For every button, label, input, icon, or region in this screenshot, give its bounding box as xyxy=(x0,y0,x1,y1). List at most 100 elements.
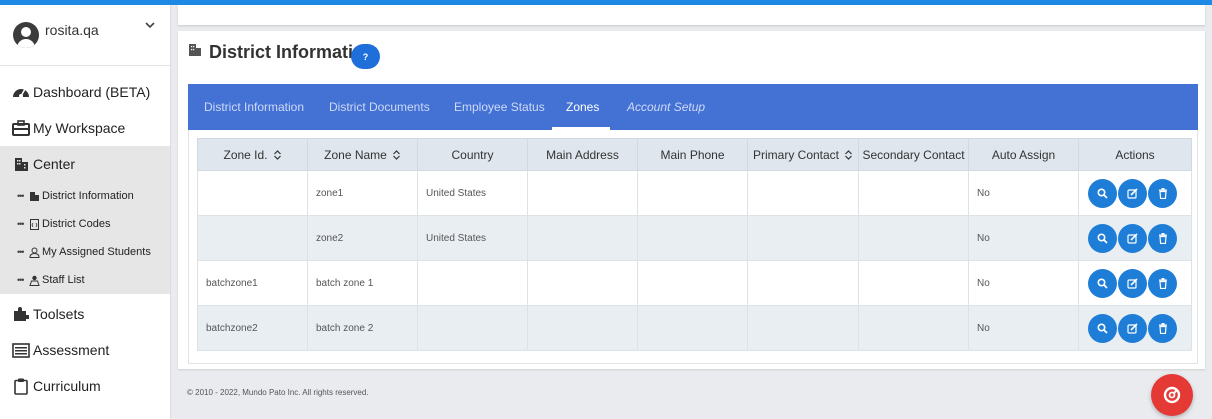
cell-country xyxy=(417,305,528,351)
column-header-main-phone: Main Phone xyxy=(637,138,748,171)
sidebar-item-center[interactable]: Center xyxy=(0,146,170,182)
trash-icon xyxy=(1158,277,1167,289)
user-menu[interactable]: rosita.qa xyxy=(0,5,170,66)
column-header-auto-assign: Auto Assign xyxy=(968,138,1079,171)
view-button[interactable] xyxy=(1088,223,1117,253)
cell-actions xyxy=(1078,215,1192,261)
cell-actions xyxy=(1078,260,1192,306)
column-header-zone-name[interactable]: Zone Name xyxy=(307,138,418,171)
cell-auto-assign: No xyxy=(968,215,1079,261)
table-header-row: Zone Id. Zone Name Country Main Address … xyxy=(197,138,1192,171)
cell-country xyxy=(417,260,528,306)
cell-primary-contact xyxy=(747,215,859,261)
cell-zone-id: batchzone1 xyxy=(197,260,308,306)
footer-copyright: © 2010 - 2022, Mundo Pato Inc. All right… xyxy=(187,388,369,397)
sidebar-item-dashboard[interactable]: Dashboard (BETA) xyxy=(0,74,170,110)
search-icon xyxy=(1097,322,1108,334)
tab-zones[interactable]: Zones xyxy=(566,84,599,130)
sidebar-item-curriculum[interactable]: Curriculum xyxy=(0,368,170,404)
sidebar-item-toolsets[interactable]: Toolsets xyxy=(0,296,170,332)
staff-icon xyxy=(28,274,40,286)
chevron-down-icon[interactable] xyxy=(143,18,157,32)
column-header-actions: Actions xyxy=(1078,138,1192,171)
building-small-icon xyxy=(28,190,40,202)
student-icon xyxy=(28,246,40,258)
sidebar-item-label: Curriculum xyxy=(33,378,101,394)
edit-button[interactable] xyxy=(1118,223,1147,253)
sidebar-item-my-workspace[interactable]: My Workspace xyxy=(0,110,170,146)
cell-main-phone xyxy=(637,215,748,261)
cell-main-address xyxy=(527,305,638,351)
sidebar-subitem-staff-list[interactable]: ••• Staff List xyxy=(0,266,170,294)
cell-secondary-contact xyxy=(858,215,969,261)
edit-icon xyxy=(1127,322,1138,334)
username: rosita.qa xyxy=(45,22,99,38)
page-title: District Information xyxy=(209,42,376,62)
sidebar-item-label: My Workspace xyxy=(33,120,126,136)
sidebar-subitem-my-assigned-students[interactable]: ••• My Assigned Students xyxy=(0,238,170,266)
edit-icon xyxy=(1127,187,1138,199)
sidebar-item-label: Dashboard (BETA) xyxy=(33,84,151,100)
cell-zone-id xyxy=(197,215,308,261)
briefcase-icon xyxy=(11,119,31,137)
edit-button[interactable] xyxy=(1118,268,1147,298)
delete-button[interactable] xyxy=(1148,223,1177,253)
sidebar-subitem-district-codes[interactable]: ••• District Codes xyxy=(0,210,170,238)
sidebar-subitem-label: District Information xyxy=(42,190,134,202)
building-icon xyxy=(11,155,31,173)
cell-secondary-contact xyxy=(858,260,969,306)
tab-employee-status[interactable]: Employee Status xyxy=(454,84,545,130)
table-row: batchzone2 batch zone 2 No xyxy=(197,305,1192,351)
sort-icon[interactable] xyxy=(273,149,282,160)
cell-main-phone xyxy=(637,260,748,306)
zones-table-container: Zone Id. Zone Name Country Main Address … xyxy=(188,130,1198,364)
column-header-primary-contact[interactable]: Primary Contact xyxy=(747,138,859,171)
puzzle-icon xyxy=(11,305,31,323)
cell-zone-name: zone2 xyxy=(307,215,418,261)
column-header-zone-id[interactable]: Zone Id. xyxy=(197,138,308,171)
sidebar-subitem-district-information[interactable]: ••• District Information xyxy=(0,182,170,210)
cell-secondary-contact xyxy=(858,305,969,351)
delete-button[interactable] xyxy=(1148,313,1177,343)
cell-main-phone xyxy=(637,170,748,216)
cell-auto-assign: No xyxy=(968,260,1079,306)
cell-main-address xyxy=(527,260,638,306)
view-button[interactable] xyxy=(1088,178,1117,208)
column-header-secondary-contact: Secondary Contact xyxy=(858,138,969,171)
sort-icon[interactable] xyxy=(844,149,853,160)
zones-table: Zone Id. Zone Name Country Main Address … xyxy=(197,138,1192,351)
sidebar-item-assessment[interactable]: Assessment xyxy=(0,332,170,368)
lifebuoy-icon xyxy=(1163,386,1181,404)
view-button[interactable] xyxy=(1088,313,1117,343)
help-chat-button[interactable] xyxy=(1151,374,1193,416)
cell-primary-contact xyxy=(747,170,859,216)
delete-button[interactable] xyxy=(1148,268,1177,298)
clipboard-icon xyxy=(11,377,31,395)
building-icon xyxy=(189,44,201,56)
cell-auto-assign: No xyxy=(968,170,1079,216)
trash-icon xyxy=(1158,322,1167,334)
edit-button[interactable] xyxy=(1118,178,1147,208)
sidebar-item-label: Center xyxy=(33,156,76,172)
delete-button[interactable] xyxy=(1148,178,1177,208)
cell-country: United States xyxy=(417,215,528,261)
tab-district-documents[interactable]: District Documents xyxy=(329,84,430,130)
cell-main-address xyxy=(527,215,638,261)
cell-primary-contact xyxy=(747,260,859,306)
trash-icon xyxy=(1158,187,1167,199)
tab-district-information[interactable]: District Information xyxy=(204,84,304,130)
cell-main-phone xyxy=(637,305,748,351)
help-button[interactable]: ? xyxy=(351,44,380,69)
tab-account-setup[interactable]: Account Setup xyxy=(627,84,705,130)
sidebar-subitem-label: Staff List xyxy=(42,274,85,286)
tab-bar: District Information District Documents … xyxy=(188,84,1198,130)
sidebar-subitem-label: District Codes xyxy=(42,218,111,230)
cell-secondary-contact xyxy=(858,170,969,216)
trash-icon xyxy=(1158,232,1167,244)
view-button[interactable] xyxy=(1088,268,1117,298)
sort-icon[interactable] xyxy=(392,149,401,160)
cell-zone-id: batchzone2 xyxy=(197,305,308,351)
edit-button[interactable] xyxy=(1118,313,1147,343)
district-information-card: District Information ? District Informat… xyxy=(178,31,1205,369)
cell-actions xyxy=(1078,305,1192,351)
